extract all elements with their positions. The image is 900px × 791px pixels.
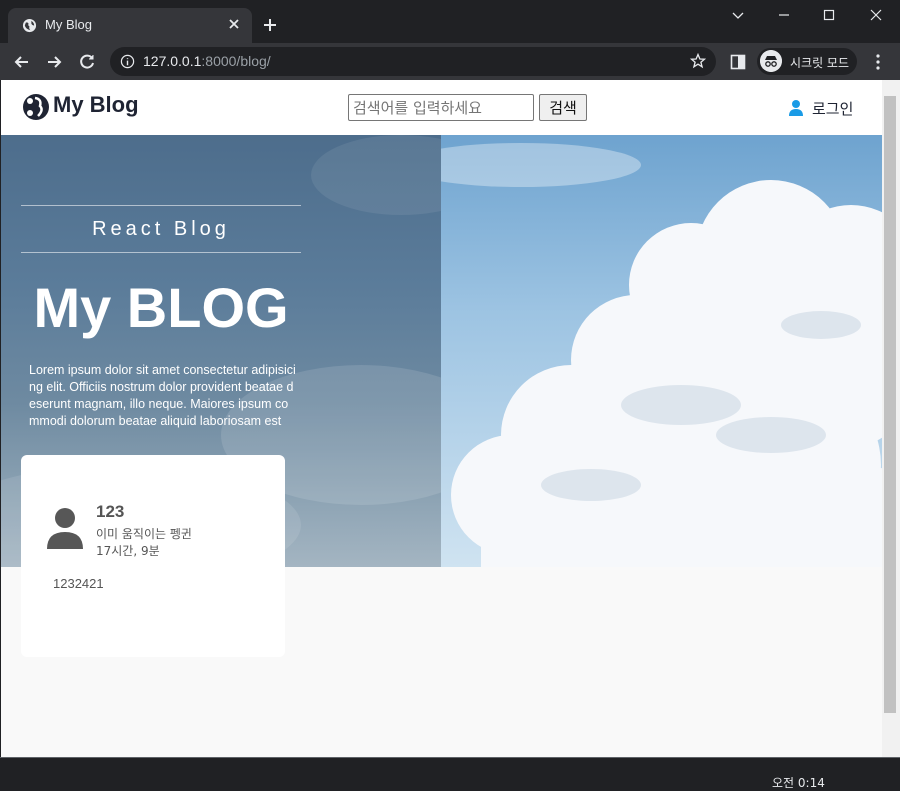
login-label: 로그인 <box>812 99 854 118</box>
browser-toolbar: 127.0.0.1:8000/blog/ 시크릿 모드 <box>0 43 900 80</box>
incognito-icon <box>760 50 782 72</box>
hero-cloud-image <box>401 135 882 567</box>
minimize-icon[interactable] <box>775 6 793 24</box>
side-panel-icon[interactable] <box>730 54 746 70</box>
blog-logo-icon[interactable] <box>21 92 51 122</box>
post-author: 123 <box>96 502 125 521</box>
hero-rule-top <box>21 205 301 206</box>
url-path: :8000/blog/ <box>201 53 271 69</box>
site-header: My Blog 검색 로그인 <box>1 80 882 135</box>
os-taskbar: 오전 0:14 <box>0 757 900 790</box>
scrollbar-thumb[interactable] <box>884 96 896 713</box>
user-icon <box>789 100 803 116</box>
hero-subtitle: React Blog <box>92 218 230 240</box>
reload-icon[interactable] <box>77 52 97 72</box>
back-icon[interactable] <box>12 52 32 72</box>
info-icon[interactable] <box>120 54 135 69</box>
close-icon[interactable] <box>226 16 242 32</box>
tab-title: My Blog <box>45 17 92 32</box>
bookmark-star-icon[interactable] <box>690 53 706 69</box>
globe-icon <box>22 18 37 33</box>
hero-description: Lorem ipsum dolor sit amet consectetur a… <box>29 363 296 428</box>
browser-tab[interactable]: My Blog <box>8 8 252 43</box>
url-host: 127.0.0.1 <box>143 53 202 69</box>
post-timestamp: 17시간, 9분 <box>96 544 160 558</box>
post-author-subtitle: 이미 움직이는 펭귄 <box>96 527 192 541</box>
page-scrollbar[interactable] <box>882 80 900 757</box>
search-input[interactable] <box>348 94 534 121</box>
browser-titlebar: My Blog <box>0 0 900 43</box>
incognito-badge[interactable]: 시크릿 모드 <box>757 48 857 75</box>
login-link[interactable]: 로그인 <box>789 96 853 120</box>
post-card[interactable]: 123 이미 움직이는 펭귄 17시간, 9분 1232421 <box>21 455 285 657</box>
user-avatar-icon <box>47 508 83 549</box>
cloud-image <box>401 143 882 567</box>
search-button[interactable]: 검색 <box>539 94 587 121</box>
site-logo-text[interactable]: My Blog <box>53 92 139 118</box>
maximize-icon[interactable] <box>820 6 838 24</box>
forward-icon[interactable] <box>44 52 64 72</box>
tab-search-icon[interactable] <box>729 6 747 24</box>
system-clock: 오전 0:14 <box>772 776 825 790</box>
new-tab-icon[interactable] <box>262 17 278 33</box>
incognito-label: 시크릿 모드 <box>790 56 850 70</box>
post-body: 1232421 <box>53 576 104 591</box>
more-menu-icon[interactable] <box>872 53 884 71</box>
hero-rule-bottom <box>21 252 301 253</box>
window-close-icon[interactable] <box>867 6 885 24</box>
url-text: 127.0.0.1:8000/blog/ <box>143 53 271 69</box>
page-viewport: My Blog 검색 로그인 React Blog My BLOG Lorem … <box>1 80 882 757</box>
address-bar[interactable]: 127.0.0.1:8000/blog/ <box>110 47 716 76</box>
hero-title: My BLOG <box>33 276 289 339</box>
